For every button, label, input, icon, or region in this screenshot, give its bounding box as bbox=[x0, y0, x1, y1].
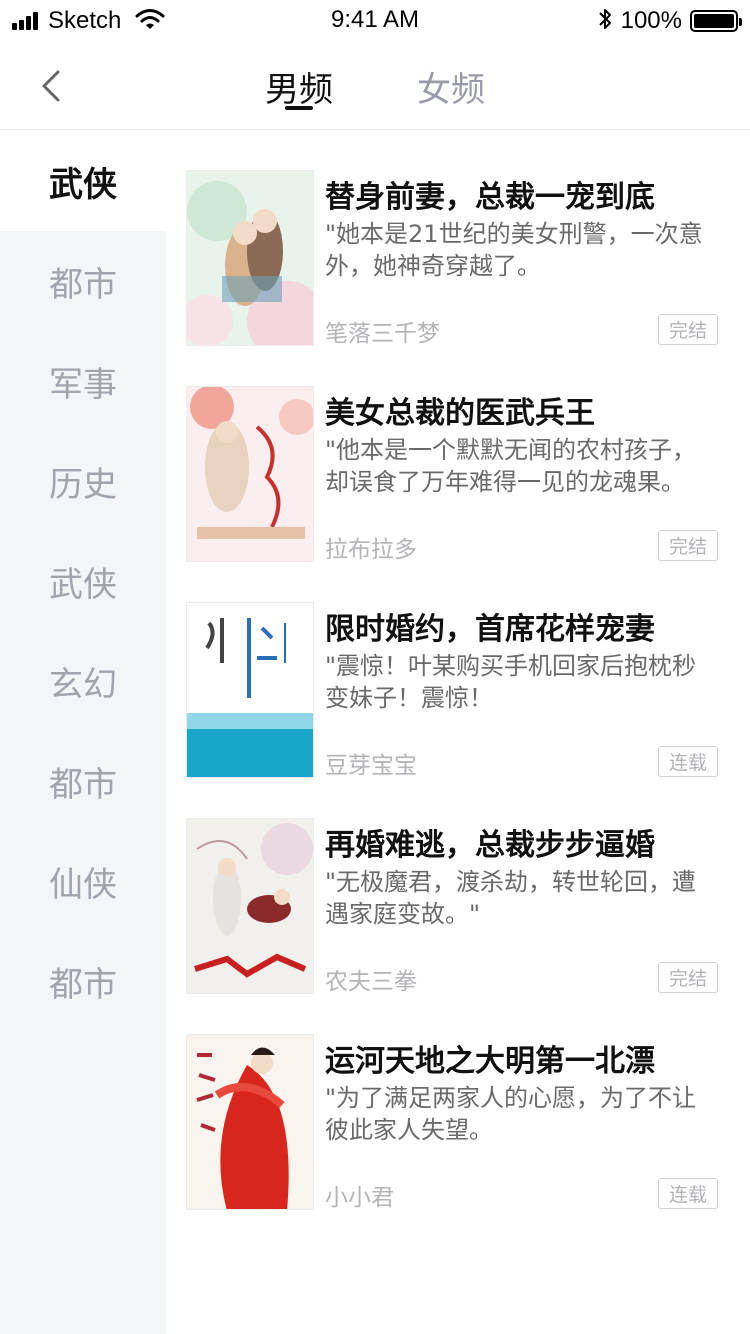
book-item[interactable]: 美女总裁的医武兵王 "他本是一个默默无闻的农村孩子，却误食了万年难得一见的龙魂果… bbox=[186, 386, 726, 564]
category-sidebar: 武侠 都市 军事 历史 武侠 玄幻 都市 仙侠 都市 bbox=[0, 131, 166, 1334]
book-description: "为了满足两家人的心愿，为了不让彼此家人失望。 bbox=[325, 1084, 697, 1144]
tab-male[interactable]: 男频 bbox=[265, 62, 333, 111]
book-author: 拉布拉多 bbox=[325, 537, 417, 563]
category-item[interactable]: 历史 bbox=[0, 431, 166, 531]
book-description: "他本是一个默默无闻的农村孩子，却误食了万年难得一见的龙魂果。 bbox=[325, 436, 697, 496]
book-description: "震惊！叶某购买手机回家后抱枕秒变妹子！震惊！ bbox=[325, 652, 697, 712]
category-item[interactable]: 都市 bbox=[0, 731, 166, 831]
status-badge: 完结 bbox=[658, 314, 718, 345]
book-title: 美女总裁的医武兵王 bbox=[325, 396, 595, 431]
chevron-left-icon bbox=[42, 70, 60, 102]
status-badge: 连载 bbox=[658, 746, 718, 777]
category-item[interactable]: 仙侠 bbox=[0, 831, 166, 931]
book-author: 笔落三千梦 bbox=[325, 321, 440, 347]
book-description: "无极魔君，渡杀劫，转世轮回，遭遇家庭变故。" bbox=[325, 868, 697, 928]
nav-bar: 男频 女频 bbox=[0, 40, 750, 130]
battery-percent: 100% bbox=[620, 7, 682, 34]
category-item[interactable]: 武侠 bbox=[0, 131, 166, 231]
book-description: "她本是21世纪的美女刑警，一次意外，她神奇穿越了。 bbox=[325, 220, 703, 280]
book-item[interactable]: 再婚难逃，总裁步步逼婚 "无极魔君，渡杀劫，转世轮回，遭遇家庭变故。" 农夫三拳… bbox=[186, 818, 726, 996]
book-cover bbox=[186, 602, 314, 778]
book-item[interactable]: 限时婚约，首席花样宠妻 "震惊！叶某购买手机回家后抱枕秒变妹子！震惊！ 豆芽宝宝… bbox=[186, 602, 726, 780]
back-button[interactable] bbox=[36, 66, 68, 106]
category-item[interactable]: 都市 bbox=[0, 231, 166, 331]
tab-female[interactable]: 女频 bbox=[417, 62, 485, 111]
book-title: 限时婚约，首席花样宠妻 bbox=[325, 612, 655, 647]
book-title: 运河天地之大明第一北漂 bbox=[325, 1044, 655, 1079]
status-badge: 完结 bbox=[658, 962, 718, 993]
battery-icon bbox=[690, 10, 742, 32]
status-right: 100% bbox=[597, 7, 742, 35]
book-cover bbox=[186, 386, 314, 562]
book-author: 豆芽宝宝 bbox=[325, 753, 417, 779]
tab-indicator bbox=[285, 106, 313, 110]
book-cover bbox=[186, 170, 314, 346]
category-item[interactable]: 武侠 bbox=[0, 531, 166, 631]
book-title: 再婚难逃，总裁步步逼婚 bbox=[325, 828, 655, 863]
status-badge: 完结 bbox=[658, 530, 718, 561]
category-item[interactable]: 军事 bbox=[0, 331, 166, 431]
book-item[interactable]: 运河天地之大明第一北漂 "为了满足两家人的心愿，为了不让彼此家人失望。 小小君 … bbox=[186, 1034, 726, 1212]
book-title: 替身前妻，总裁一宠到底 bbox=[325, 180, 655, 215]
category-item[interactable]: 玄幻 bbox=[0, 631, 166, 731]
book-cover bbox=[186, 818, 314, 994]
bluetooth-icon bbox=[597, 7, 613, 35]
book-author: 农夫三拳 bbox=[325, 969, 417, 995]
book-cover bbox=[186, 1034, 314, 1210]
status-bar: Sketch 9:41 AM 100% bbox=[0, 0, 750, 40]
book-item[interactable]: 替身前妻，总裁一宠到底 "她本是21世纪的美女刑警，一次意外，她神奇穿越了。 笔… bbox=[186, 170, 726, 348]
category-item[interactable]: 都市 bbox=[0, 931, 166, 1031]
book-author: 小小君 bbox=[325, 1185, 394, 1211]
status-badge: 连载 bbox=[658, 1178, 718, 1209]
